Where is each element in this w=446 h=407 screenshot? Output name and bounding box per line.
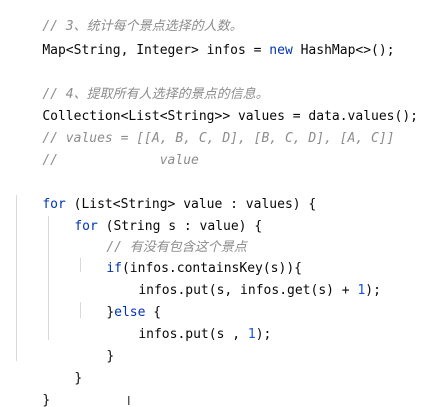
comment-text: // value [42,153,199,168]
code-line-if: if(infos.containsKey(s)){ [75,236,446,276]
code-line-collection: Collection<List<String>> values = data.v… [11,84,446,124]
text-cursor-icon: I [127,394,131,407]
code-editor[interactable]: // 3、统计每个景点选择的人数。 Map<String, Integer> i… [0,0,446,407]
code-line-else: }else { [75,280,446,320]
code-line-put-one: infos.put(s , 1); [107,302,446,342]
code-line-close-if: } [75,324,446,364]
code-text: HashMap<>(); [292,43,395,58]
code-line-map-declaration: Map<String, Integer> infos = new HashMap… [11,18,446,58]
code-line-comment-contains: // 有没有包含这个景点 [75,215,446,255]
code-line-for-inner: for (String s : value) { [43,194,446,234]
code-text: } [42,393,51,407]
code-text: Map<String, Integer> infos = [42,43,270,58]
code-line-comment-value: // value [11,128,446,168]
code-line-comment-4: // 4、提取所有人选择的景点的信息。 [11,62,446,102]
code-line-comment-values: // values = [[A, B, C, D], [B, C, D], [A… [11,106,446,146]
code-line-close-for-outer: } [11,368,446,407]
keyword-new: new [269,43,293,58]
code-line-comment-3: // 3、统计每个景点选择的人数。 [11,0,446,34]
code-line-put-increment: infos.put(s, infos.get(s) + 1); [107,258,446,298]
code-line-for-outer: for (List<String> value : values) { [11,172,446,212]
code-line-close-for-inner: } [43,346,446,386]
